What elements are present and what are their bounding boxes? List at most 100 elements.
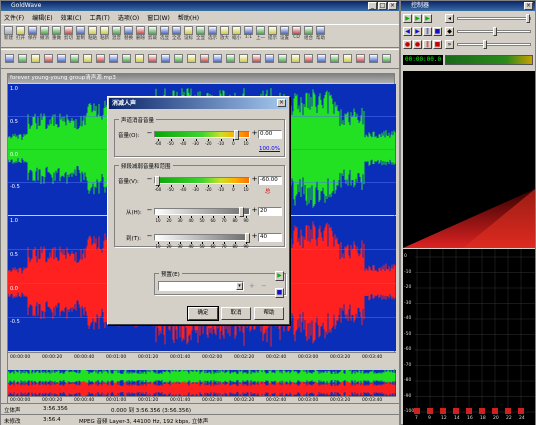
menu-item-1[interactable]: 编辑(E) xyxy=(32,13,52,22)
close-button[interactable]: × xyxy=(388,2,397,10)
toolbar-button-11[interactable]: 删除 xyxy=(135,25,146,47)
time-warp-icon[interactable] xyxy=(276,50,288,68)
volume-decrease-button[interactable]: − xyxy=(146,130,153,137)
help-button[interactable]: 帮助 xyxy=(254,307,284,320)
from-input[interactable]: 20 xyxy=(258,207,282,216)
menu-item-5[interactable]: 窗口(W) xyxy=(147,13,170,22)
toolbar-button-14[interactable]: 全选 xyxy=(171,25,182,47)
toolbar-button-16[interactable]: 全显 xyxy=(195,25,206,47)
stereo-icon[interactable] xyxy=(367,50,379,68)
to-slider[interactable] xyxy=(154,233,250,243)
offset-icon[interactable] xyxy=(315,50,327,68)
play-view-button[interactable]: ▶ xyxy=(423,14,432,23)
invert-icon[interactable] xyxy=(146,50,158,68)
toolbar-button-18[interactable]: 放大 xyxy=(219,25,230,47)
reverse-icon[interactable] xyxy=(159,50,171,68)
record-pause-button[interactable]: ‖ xyxy=(423,40,432,49)
toolbar-button-5[interactable]: 剪切 xyxy=(63,25,74,47)
vocal-remove-icon[interactable] xyxy=(380,50,392,68)
preview-play-button[interactable]: ▶ xyxy=(275,271,284,281)
minimize-button[interactable]: _ xyxy=(368,2,377,10)
toolbar-button-4[interactable]: 重做 xyxy=(51,25,62,47)
silence-icon[interactable] xyxy=(263,50,275,68)
pause-button[interactable]: ‖ xyxy=(423,27,432,36)
maximize-volume-icon[interactable] xyxy=(68,50,80,68)
compressor-icon[interactable] xyxy=(328,50,340,68)
playback-rate-icon[interactable] xyxy=(185,50,197,68)
toolbar-button-0[interactable]: 新建 xyxy=(3,25,14,47)
menu-item-0[interactable]: 文件(F) xyxy=(4,13,24,22)
menu-item-3[interactable]: 工具(T) xyxy=(90,13,110,22)
balance-slider[interactable] xyxy=(457,27,531,36)
ok-button[interactable]: 确定 xyxy=(187,306,219,321)
volume2-decrease-button[interactable]: − xyxy=(146,176,153,183)
preset-remove-icon[interactable]: − xyxy=(261,282,267,290)
pop-filter-icon[interactable] xyxy=(250,50,262,68)
volume-icon[interactable] xyxy=(3,50,15,68)
flanger-icon[interactable] xyxy=(133,50,145,68)
playback-volume-slider[interactable] xyxy=(457,14,531,23)
volume2-slider[interactable] xyxy=(154,176,250,186)
menu-item-6[interactable]: 帮助(H) xyxy=(178,13,199,22)
volume-shape-icon[interactable] xyxy=(16,50,28,68)
channel-mixer-icon[interactable] xyxy=(289,50,301,68)
toolbar-button-12[interactable]: 剪裁 xyxy=(147,25,158,47)
toolbar-button-3[interactable]: 撤消 xyxy=(39,25,50,47)
volume-increase-button[interactable]: + xyxy=(251,130,258,137)
preset-dropdown-arrow[interactable]: ▾ xyxy=(236,282,243,290)
balance-thumb[interactable] xyxy=(493,27,497,36)
record-stop-button[interactable]: ■ xyxy=(433,40,442,49)
to-increase-button[interactable]: + xyxy=(251,233,258,240)
fade-out-icon[interactable] xyxy=(42,50,54,68)
menu-item-2[interactable]: 效果(C) xyxy=(61,13,82,22)
to-input[interactable]: 40 xyxy=(258,233,282,242)
toolbar-button-15[interactable]: 设标 xyxy=(183,25,194,47)
speed-thumb[interactable] xyxy=(483,40,487,49)
preview-stop-button[interactable]: ■ xyxy=(275,288,284,298)
toolbar-button-7[interactable]: 粘贴 xyxy=(87,25,98,47)
fast-forward-button[interactable]: ▶ xyxy=(413,27,422,36)
echo-icon[interactable] xyxy=(94,50,106,68)
toolbar-button-25[interactable]: 组合 xyxy=(303,25,314,47)
toolbar-button-8[interactable]: 粘新 xyxy=(99,25,110,47)
volume2-increase-button[interactable]: + xyxy=(251,176,258,183)
toolbar-button-24[interactable]: CD xyxy=(291,25,302,47)
noise-reduction-icon[interactable] xyxy=(237,50,249,68)
from-slider[interactable] xyxy=(154,207,250,217)
control-close-button[interactable]: × xyxy=(524,2,533,10)
spectrum-filter-icon[interactable] xyxy=(341,50,353,68)
spectrum-visual[interactable]: 0 -10 -20 -30 -40 -50 -60 -70 -80 -90 -100 7 9 12 14 16… xyxy=(403,249,535,425)
toolbar-button-26[interactable]: 帮助 xyxy=(315,25,326,47)
speed-slider[interactable] xyxy=(457,40,531,49)
from-decrease-button[interactable]: − xyxy=(146,207,153,214)
overview-waveform[interactable] xyxy=(8,370,396,396)
record-button[interactable]: ● xyxy=(403,40,412,49)
doppler-icon[interactable] xyxy=(120,50,132,68)
cancel-button[interactable]: 取消 xyxy=(221,307,251,320)
dialog-close-button[interactable]: × xyxy=(277,99,286,107)
resample-icon[interactable] xyxy=(198,50,210,68)
toolbar-button-6[interactable]: 复制 xyxy=(75,25,86,47)
toolbar-button-17[interactable]: 选示 xyxy=(207,25,218,47)
play-all-button[interactable]: ▶ xyxy=(403,14,412,23)
toolbar-button-13[interactable]: 选显 xyxy=(159,25,170,47)
volume-thumb[interactable] xyxy=(526,14,530,23)
toolbar-button-10[interactable]: 替换 xyxy=(123,25,134,47)
to-decrease-button[interactable]: − xyxy=(146,233,153,240)
volume-input[interactable]: 0.00 xyxy=(258,130,282,139)
stop-button[interactable]: ■ xyxy=(433,27,442,36)
mechanize-icon[interactable] xyxy=(81,50,93,68)
match-volume-icon[interactable] xyxy=(55,50,67,68)
toolbar-button-21[interactable]: 上一 xyxy=(255,25,266,47)
play-selection-button[interactable]: ▶ xyxy=(413,14,422,23)
time-ruler[interactable]: 00:00:00 00:00:20 00:00:40 00:01:00 00:01:20… xyxy=(8,352,396,369)
preset-add-icon[interactable]: + xyxy=(249,282,255,290)
equalizer-icon[interactable] xyxy=(211,50,223,68)
volume-slider[interactable] xyxy=(154,130,250,140)
volume2-input[interactable]: -60.00 xyxy=(258,176,282,185)
reverb-icon[interactable] xyxy=(107,50,119,68)
menu-item-4[interactable]: 选项(O) xyxy=(118,13,139,22)
maximize-button[interactable]: □ xyxy=(378,2,387,10)
preset-combobox[interactable] xyxy=(158,281,244,291)
bandpass-icon[interactable] xyxy=(224,50,236,68)
